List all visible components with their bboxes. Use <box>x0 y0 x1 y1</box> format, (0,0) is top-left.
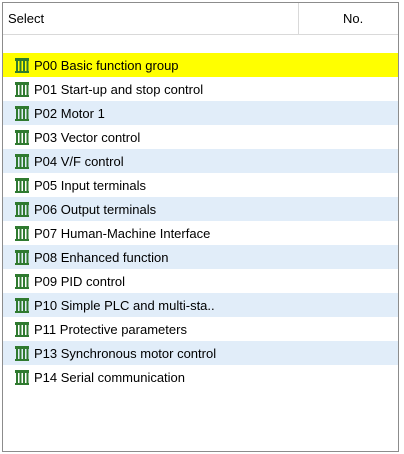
row-label: P13 Synchronous motor control <box>34 345 217 361</box>
parameter-group-icon <box>13 152 31 170</box>
parameter-group-icon <box>13 200 31 218</box>
number-cell <box>299 293 398 317</box>
parameter-group-icon <box>13 296 31 314</box>
table-row[interactable]: P06 Output terminals <box>3 197 398 221</box>
select-cell: P07 Human-Machine Interface <box>3 221 299 245</box>
select-cell: P06 Output terminals <box>3 197 299 221</box>
table-row[interactable]: P14 Serial communication <box>3 365 398 389</box>
parameter-group-icon <box>13 320 31 338</box>
number-cell <box>299 221 398 245</box>
parameter-group-icon <box>13 368 31 386</box>
parameter-group-icon <box>13 56 31 74</box>
select-cell: P05 Input terminals <box>3 173 299 197</box>
select-cell: P09 PID control <box>3 269 299 293</box>
select-cell: P01 Start-up and stop control <box>3 77 299 101</box>
table-body: P00 Basic function group P01 Start-up an… <box>3 53 398 389</box>
row-label: P00 Basic function group <box>34 57 179 73</box>
row-label: P07 Human-Machine Interface <box>34 225 211 241</box>
parameter-group-icon <box>13 272 31 290</box>
row-label: P06 Output terminals <box>34 201 157 217</box>
parameter-group-icon <box>13 176 31 194</box>
row-label: P14 Serial communication <box>34 369 186 385</box>
table-row[interactable]: P08 Enhanced function <box>3 245 398 269</box>
number-cell <box>299 269 398 293</box>
table-row[interactable]: P13 Synchronous motor control <box>3 341 398 365</box>
number-cell <box>299 149 398 173</box>
row-label: P05 Input terminals <box>34 177 147 193</box>
number-cell <box>299 317 398 341</box>
parameter-group-icon <box>13 80 31 98</box>
number-cell <box>299 365 398 389</box>
row-label: P01 Start-up and stop control <box>34 81 204 97</box>
parameter-group-icon <box>13 104 31 122</box>
parameter-group-icon <box>13 128 31 146</box>
table-row[interactable]: P07 Human-Machine Interface <box>3 221 398 245</box>
table-row[interactable]: P05 Input terminals <box>3 173 398 197</box>
number-cell <box>299 101 398 125</box>
number-cell <box>299 53 398 77</box>
number-cell <box>299 245 398 269</box>
row-label: P11 Protective parameters <box>34 321 187 337</box>
select-cell: P14 Serial communication <box>3 365 299 389</box>
select-cell: P00 Basic function group <box>3 53 299 77</box>
select-cell: P04 V/F control <box>3 149 299 173</box>
number-cell <box>299 197 398 221</box>
parameter-group-icon <box>13 248 31 266</box>
number-cell <box>299 77 398 101</box>
select-cell: P08 Enhanced function <box>3 245 299 269</box>
table-row[interactable]: P10 Simple PLC and multi-sta.. <box>3 293 398 317</box>
select-cell: P02 Motor 1 <box>3 101 299 125</box>
number-cell <box>299 125 398 149</box>
number-cell <box>299 341 398 365</box>
row-label: P04 V/F control <box>34 153 124 169</box>
select-cell: P13 Synchronous motor control <box>3 341 299 365</box>
row-label: P08 Enhanced function <box>34 249 169 265</box>
row-label: P09 PID control <box>34 273 126 289</box>
table-row[interactable]: P03 Vector control <box>3 125 398 149</box>
column-header-select[interactable]: Select <box>3 3 299 34</box>
column-header-no-label: No. <box>343 11 364 26</box>
table-header: Select No. <box>3 3 398 35</box>
column-header-select-label: Select <box>8 11 45 26</box>
row-label: P03 Vector control <box>34 129 141 145</box>
table-row[interactable]: P04 V/F control <box>3 149 398 173</box>
column-header-no[interactable]: No. <box>299 3 398 34</box>
table-row[interactable]: P00 Basic function group <box>3 53 398 77</box>
number-cell <box>299 173 398 197</box>
table-row[interactable]: P09 PID control <box>3 269 398 293</box>
select-cell: P10 Simple PLC and multi-sta.. <box>3 293 299 317</box>
parameter-group-icon <box>13 224 31 242</box>
parameter-group-icon <box>13 344 31 362</box>
select-cell: P11 Protective parameters <box>3 317 299 341</box>
table-row[interactable]: P02 Motor 1 <box>3 101 398 125</box>
row-label: P10 Simple PLC and multi-sta.. <box>34 297 215 313</box>
row-label: P02 Motor 1 <box>34 105 105 121</box>
select-cell: P03 Vector control <box>3 125 299 149</box>
parameter-group-table: Select No. P00 Basic function group P01 … <box>2 2 399 452</box>
table-row[interactable]: P01 Start-up and stop control <box>3 77 398 101</box>
table-row[interactable]: P11 Protective parameters <box>3 317 398 341</box>
